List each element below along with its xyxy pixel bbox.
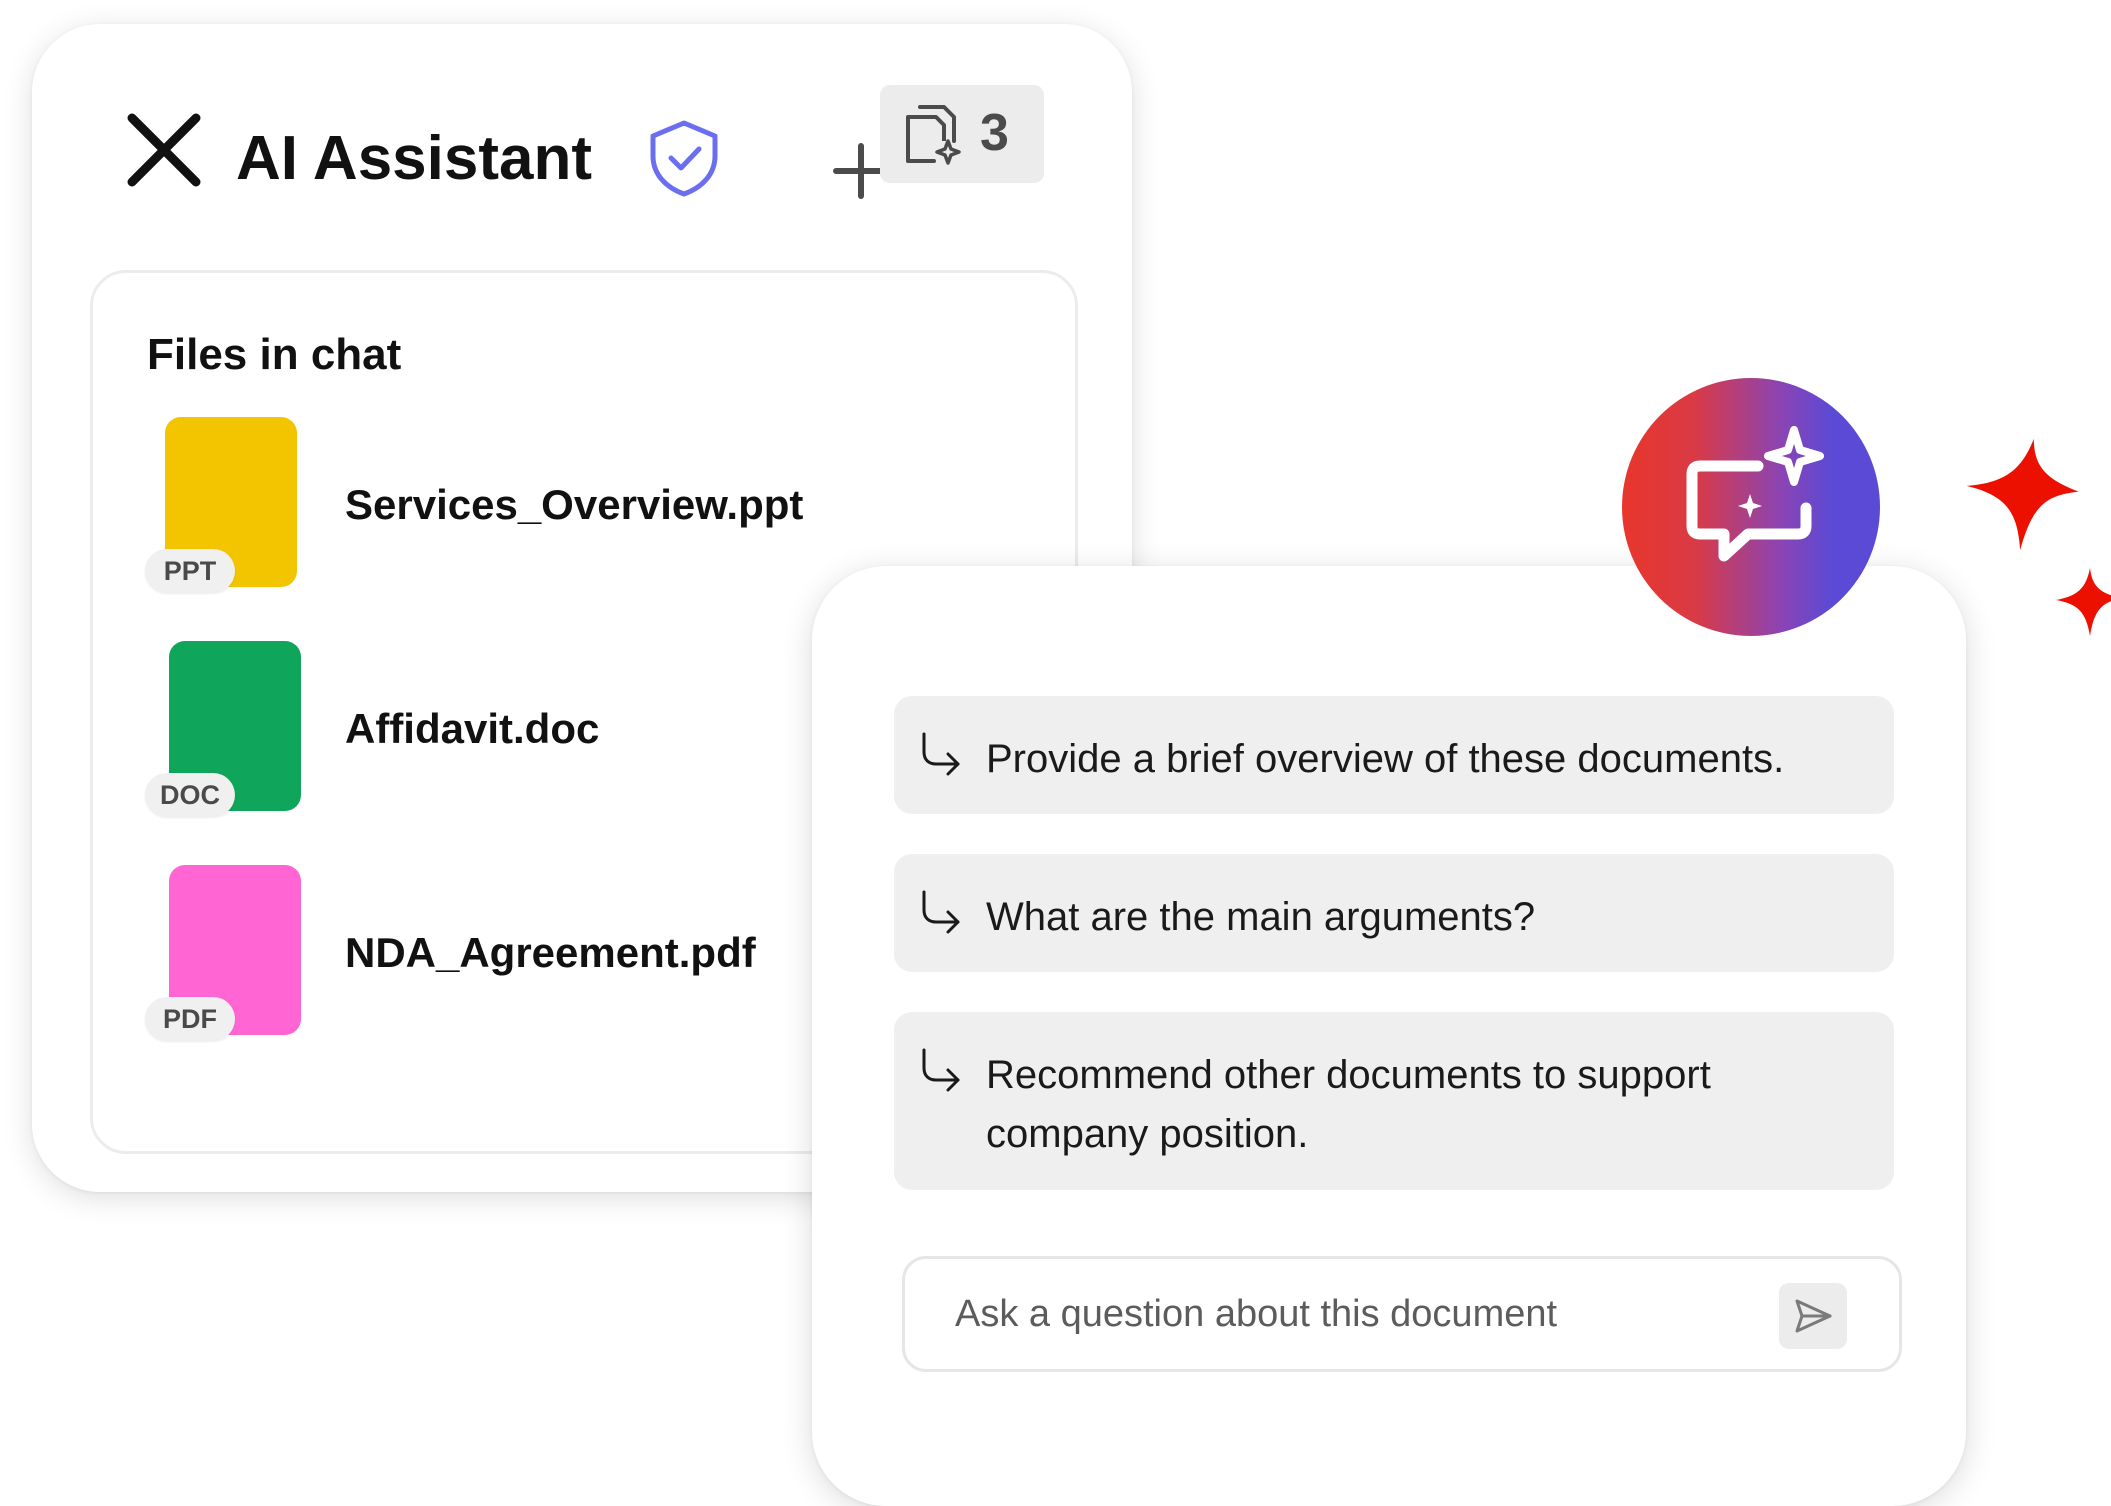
chat-sparkle-icon (1686, 426, 1824, 562)
suggestion-button[interactable]: Provide a brief overview of these docume… (894, 696, 1894, 814)
reply-arrow-icon (922, 1048, 960, 1092)
documents-sparkle-icon (906, 105, 961, 165)
suggestion-text: Provide a brief overview of these docume… (986, 737, 1785, 781)
send-icon (1795, 1299, 1832, 1333)
files-heading: Files in chat (147, 330, 402, 379)
prompt-suggestions-panel: Provide a brief overview of these docume… (812, 566, 1966, 1506)
reply-arrow-icon (922, 890, 960, 934)
suggestion-button[interactable]: What are the main arguments? (894, 854, 1894, 972)
files-in-chat-button[interactable]: 3 (880, 85, 1044, 183)
file-name: NDA_Agreement.pdf (345, 929, 756, 976)
suggestion-button[interactable]: Recommend other documents to support com… (894, 1012, 1894, 1190)
close-button[interactable] (122, 108, 206, 192)
panel-title: AI Assistant (236, 124, 593, 193)
question-input-placeholder: Ask a question about this document (955, 1293, 1558, 1335)
sparkle-icon (2056, 568, 2111, 636)
shield-check-icon (644, 118, 724, 198)
ai-chat-badge (1622, 378, 1880, 636)
files-count: 3 (980, 104, 1009, 162)
suggestion-text: What are the main arguments? (986, 895, 1536, 939)
close-icon (127, 113, 201, 187)
file-type-badge: PPT (145, 549, 235, 593)
file-type-badge: DOC (145, 773, 235, 817)
file-name: Affidavit.doc (345, 705, 600, 752)
question-input[interactable]: Ask a question about this document (902, 1256, 1902, 1372)
send-button[interactable] (1779, 1283, 1847, 1349)
file-type-badge: PDF (145, 997, 235, 1041)
suggestion-text: Recommend other documents to support com… (986, 1053, 1711, 1156)
file-name: Services_Overview.ppt (345, 481, 804, 528)
reply-arrow-icon (922, 732, 960, 776)
sparkle-icon (1966, 438, 2079, 551)
